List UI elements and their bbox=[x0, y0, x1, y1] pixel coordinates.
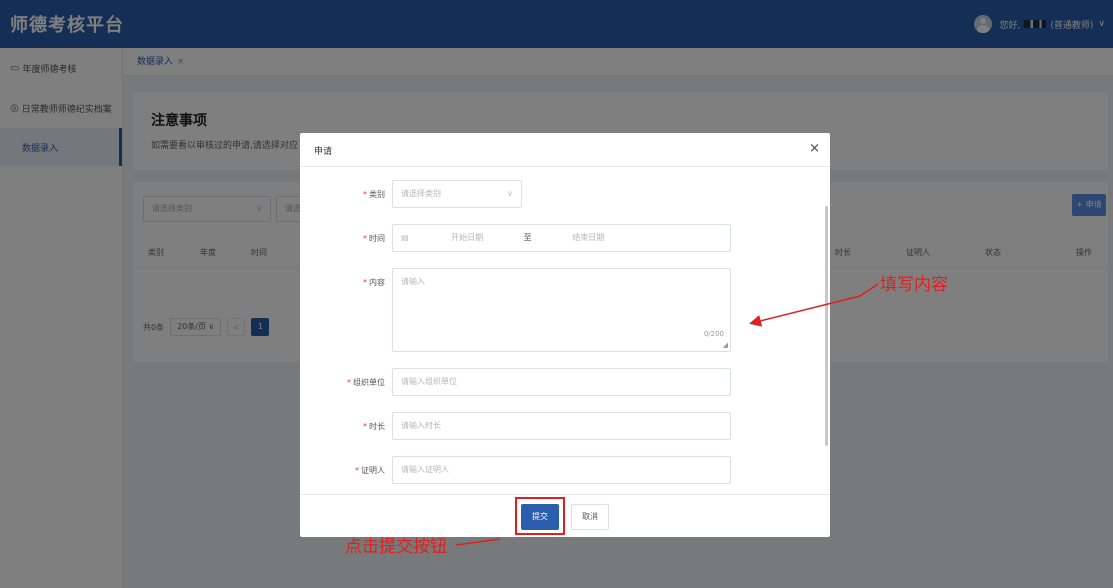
dialog-title: 申请 bbox=[314, 147, 333, 157]
annotation-fill-content: 填写内容 bbox=[880, 275, 948, 295]
content-textarea[interactable]: 请输入 0/200 ◢ bbox=[392, 268, 731, 352]
dialog-scrollbar[interactable] bbox=[825, 206, 828, 446]
char-counter: 0/200 bbox=[703, 330, 724, 338]
resize-handle-icon[interactable]: ◢ bbox=[723, 342, 728, 349]
field-label: * 内容 bbox=[363, 278, 385, 287]
date-range-picker[interactable]: ▤ 开始日期 至 结束日期 bbox=[392, 224, 731, 252]
start-date-input[interactable]: 开始日期 bbox=[451, 233, 483, 242]
field-label: * 时长 bbox=[363, 422, 385, 431]
select-placeholder: 请选择类别 bbox=[401, 189, 441, 198]
end-date-input[interactable]: 结束日期 bbox=[572, 233, 604, 242]
close-icon[interactable]: × bbox=[809, 141, 820, 156]
field-label: * 时间 bbox=[363, 234, 385, 243]
witness-input[interactable]: 请输入证明人 bbox=[392, 456, 731, 484]
calendar-icon: ▤ bbox=[401, 233, 409, 242]
range-separator: 至 bbox=[523, 233, 532, 242]
submit-button[interactable]: 提交 bbox=[521, 504, 559, 530]
dialog-header: 申请 × bbox=[300, 133, 830, 167]
field-label: * 类别 bbox=[363, 190, 385, 199]
dialog-footer: 提交 取消 bbox=[300, 494, 830, 537]
org-input[interactable]: 请输入组织单位 bbox=[392, 368, 731, 396]
field-label: * 证明人 bbox=[355, 466, 385, 475]
input-placeholder: 请输入证明人 bbox=[401, 465, 449, 474]
annotation-click-submit: 点击提交按钮 bbox=[345, 537, 447, 557]
chevron-down-icon: ∨ bbox=[507, 189, 513, 198]
textarea-placeholder: 请输入 bbox=[401, 277, 425, 286]
duration-input[interactable]: 请输入时长 bbox=[392, 412, 731, 440]
category-select[interactable]: 请选择类别 ∨ bbox=[392, 180, 522, 208]
input-placeholder: 请输入组织单位 bbox=[401, 377, 457, 386]
input-placeholder: 请输入时长 bbox=[401, 421, 441, 430]
field-label: * 组织单位 bbox=[347, 378, 385, 387]
cancel-button[interactable]: 取消 bbox=[571, 504, 609, 530]
apply-dialog: 申请 × * 类别 请选择类别 ∨ * 时间 ▤ 开始日期 至 结束日期 * 内容 请… bbox=[300, 133, 830, 537]
dialog-body: * 类别 请选择类别 ∨ * 时间 ▤ 开始日期 至 结束日期 * 内容 请输入 0/… bbox=[300, 168, 830, 494]
